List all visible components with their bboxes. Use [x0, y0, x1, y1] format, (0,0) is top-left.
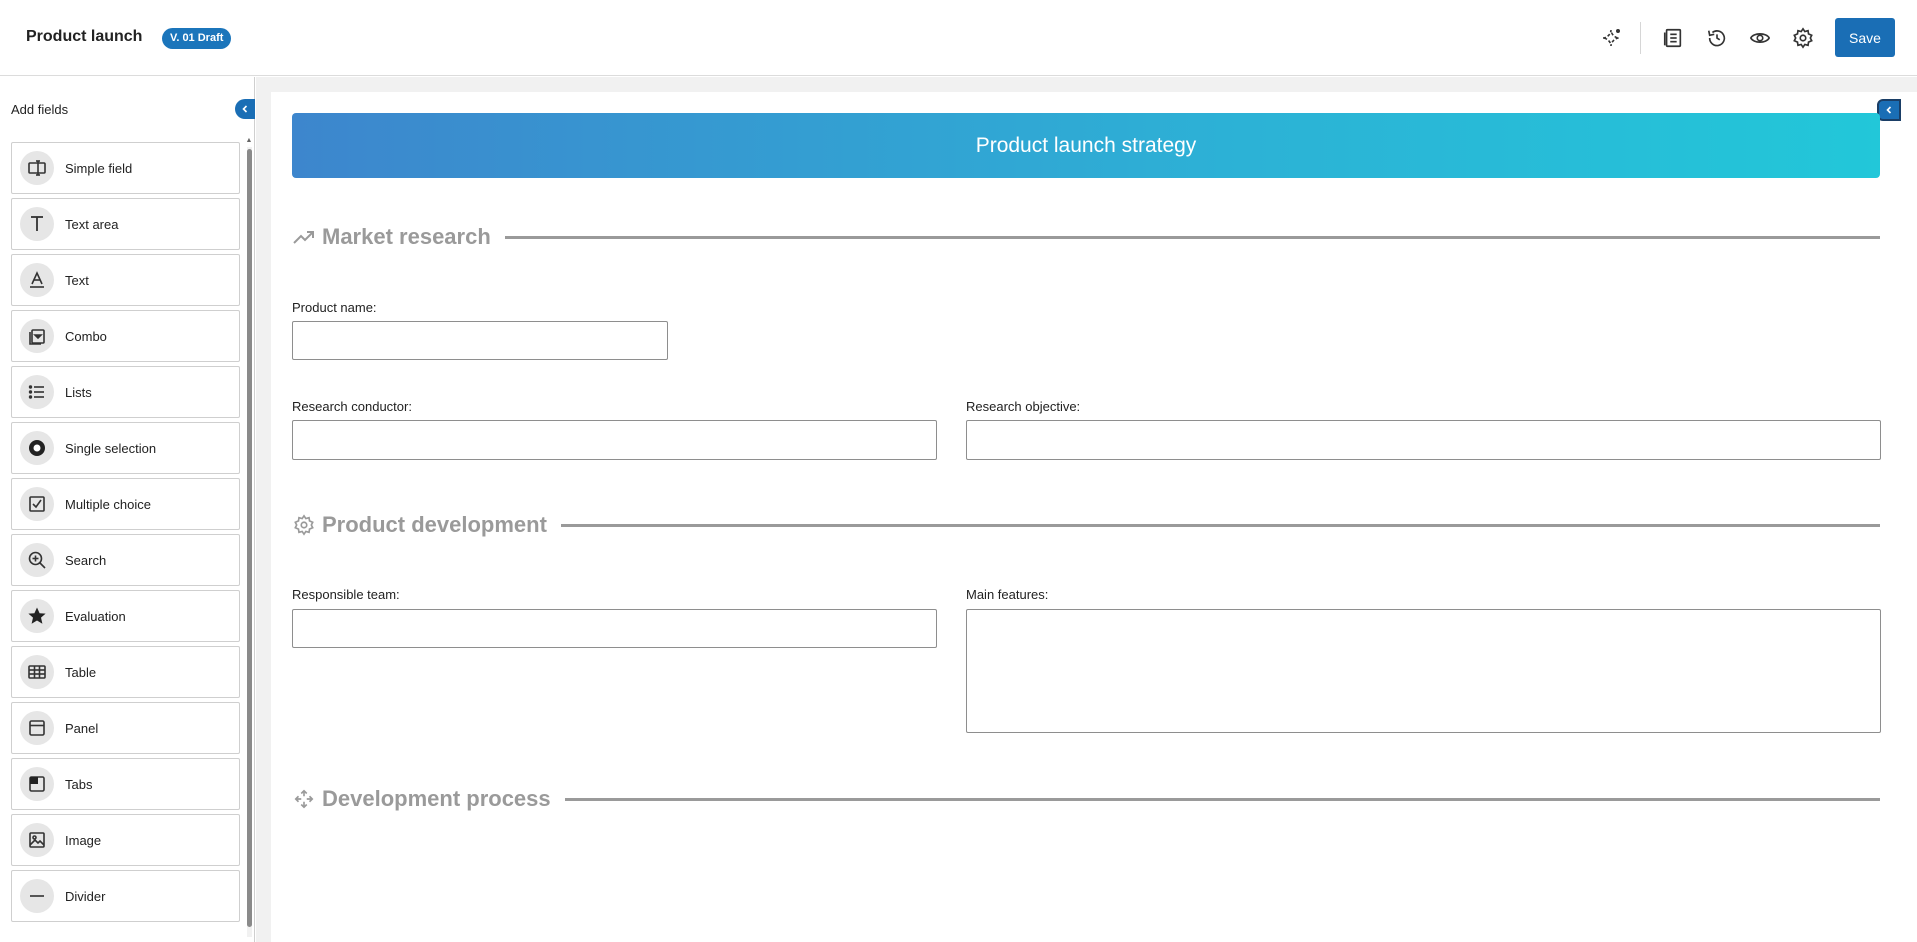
lists-icon — [20, 375, 54, 409]
radio-icon — [20, 431, 54, 465]
search-icon — [20, 543, 54, 577]
history-icon[interactable] — [1703, 24, 1731, 52]
simple-field-icon — [20, 151, 54, 185]
chevron-left-icon — [242, 105, 248, 113]
image-icon — [20, 823, 54, 857]
field-item-text[interactable]: Text — [11, 254, 240, 306]
field-item-label: Evaluation — [65, 608, 126, 624]
field-item-text-area[interactable]: Text area — [11, 198, 240, 250]
checkbox-icon — [20, 487, 54, 521]
sidebar-scrollbar[interactable]: ▲ — [245, 137, 253, 937]
field-item-label: Table — [65, 664, 97, 680]
ai-magic-icon[interactable] — [1597, 24, 1625, 52]
product-name-input[interactable] — [292, 321, 668, 360]
scroll-up-arrow[interactable]: ▲ — [245, 137, 253, 145]
main-features-label: Main features: — [966, 587, 1049, 602]
section-product-development: Product development — [292, 510, 1880, 540]
field-item-search[interactable]: Search — [11, 534, 240, 586]
app-title: Product launch — [26, 28, 143, 45]
field-item-image[interactable]: Image — [11, 814, 240, 866]
combo-icon — [20, 319, 54, 353]
field-item-label: Multiple choice — [65, 496, 151, 512]
preview-icon[interactable] — [1746, 24, 1774, 52]
field-item-divider[interactable]: Divider — [11, 870, 240, 922]
divider-icon — [20, 879, 54, 913]
research-conductor-label: Research conductor: — [292, 399, 412, 414]
section-title: Market research — [322, 224, 491, 249]
tabs-icon — [20, 767, 54, 801]
section-divider — [504, 235, 1880, 239]
section-title: Development process — [322, 786, 551, 811]
research-objective-label: Research objective: — [966, 399, 1081, 414]
section-divider — [560, 523, 1880, 527]
panel-icon — [20, 711, 54, 745]
chevron-left-icon — [1886, 106, 1892, 114]
table-icon — [20, 655, 54, 689]
collapse-sidebar-button[interactable] — [235, 99, 255, 119]
responsible-team-label: Responsible team: — [292, 587, 400, 602]
field-item-label: Lists — [65, 384, 92, 400]
header-divider — [1640, 22, 1641, 54]
sidebar-title: Add fields — [11, 102, 69, 117]
field-item-table[interactable]: Table — [11, 646, 240, 698]
field-item-combo[interactable]: Combo — [11, 310, 240, 362]
star-icon — [20, 599, 54, 633]
save-button[interactable]: Save — [1835, 18, 1895, 57]
field-item-label: Text area — [65, 216, 119, 232]
section-title: Product development — [322, 512, 547, 537]
field-item-label: Simple field — [65, 160, 133, 176]
scroll-thumb[interactable] — [247, 149, 252, 927]
field-item-evaluation[interactable]: Evaluation — [11, 590, 240, 642]
research-conductor-input[interactable] — [292, 420, 937, 460]
layout-icon[interactable] — [1659, 24, 1687, 52]
field-item-label: Divider — [65, 888, 106, 904]
field-item-label: Tabs — [65, 776, 93, 792]
section-development-process: Development process — [292, 784, 1880, 814]
product-name-label: Product name: — [292, 300, 377, 315]
text-area-icon — [20, 207, 54, 241]
research-objective-input[interactable] — [966, 420, 1881, 460]
field-item-label: Panel — [65, 720, 99, 736]
field-item-lists[interactable]: Lists — [11, 366, 240, 418]
section-divider — [564, 797, 1880, 801]
field-item-simple-field[interactable]: Simple field — [11, 142, 240, 194]
gear-icon — [292, 513, 316, 537]
text-icon — [20, 263, 54, 297]
settings-icon[interactable] — [1789, 24, 1817, 52]
field-item-label: Image — [65, 832, 102, 848]
top-header: Product launch V. 01 Draft Save — [0, 0, 1917, 76]
collapse-properties-button[interactable] — [1877, 99, 1901, 121]
version-badge: V. 01 Draft — [162, 28, 232, 49]
field-list: Simple field Text area Text Combo Lists — [11, 142, 240, 926]
field-item-label: Combo — [65, 328, 107, 344]
main-features-textarea[interactable] — [966, 609, 1881, 733]
field-item-label: Single selection — [65, 440, 157, 456]
field-item-label: Text — [65, 272, 89, 288]
field-item-single-selection[interactable]: Single selection — [11, 422, 240, 474]
process-icon — [292, 787, 316, 811]
section-market-research: Market research — [292, 222, 1880, 252]
field-item-multiple-choice[interactable]: Multiple choice — [11, 478, 240, 530]
form-banner: Product launch strategy — [292, 113, 1880, 178]
field-item-panel[interactable]: Panel — [11, 702, 240, 754]
add-fields-sidebar: Add fields Simple field Text area Text C… — [0, 77, 255, 942]
field-item-tabs[interactable]: Tabs — [11, 758, 240, 810]
responsible-team-input[interactable] — [292, 609, 937, 648]
trending-up-icon — [292, 225, 316, 249]
field-item-label: Search — [65, 552, 107, 568]
